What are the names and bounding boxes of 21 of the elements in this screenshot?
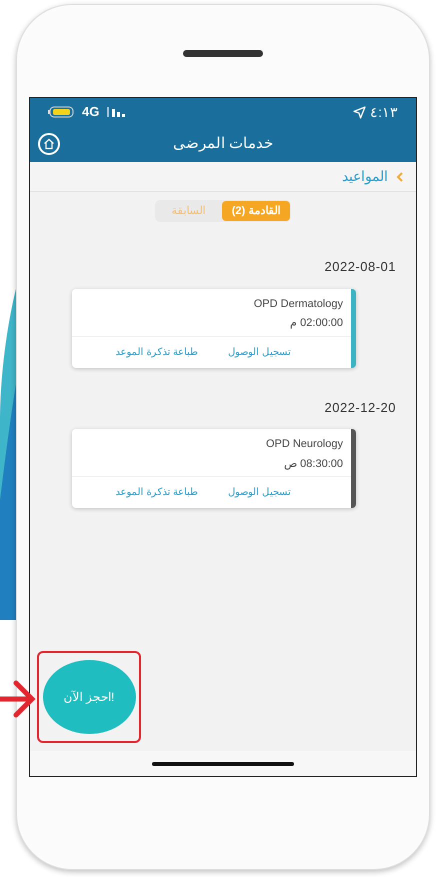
- appointment-time: 08:30:00 ص: [284, 456, 343, 472]
- header-title: خدمات المرضى: [172, 134, 274, 154]
- breadcrumb-link[interactable]: المواعيد: [342, 166, 388, 187]
- action-link[interactable]: تسجيل الوصول: [228, 344, 291, 360]
- clinic-name: OPD Dermatology: [254, 296, 343, 312]
- network-label: 4G: [82, 103, 100, 122]
- battery-icon: [48, 106, 74, 118]
- appointment-date: 2022-12-20: [324, 398, 397, 416]
- home-icon: [43, 138, 55, 150]
- appointment-date: 2022-08-01: [324, 258, 397, 276]
- action-link[interactable]: تسجيل الوصول: [228, 485, 291, 500]
- home-button[interactable]: [38, 133, 60, 155]
- tab[interactable]: القادمة (2): [222, 201, 290, 221]
- location-arrow-icon: [353, 106, 366, 118]
- action-link[interactable]: طباعة تذكرة الموعد: [116, 344, 198, 360]
- appointment-time: 02:00:00 م: [290, 316, 343, 331]
- signal-icon: [107, 107, 126, 117]
- clinic-name: OPD Neurology: [266, 437, 343, 452]
- action-link[interactable]: طباعة تذكرة الموعد: [116, 485, 198, 500]
- clock-time: ٤:١٣: [370, 102, 398, 122]
- chevron-left-icon: [396, 172, 404, 182]
